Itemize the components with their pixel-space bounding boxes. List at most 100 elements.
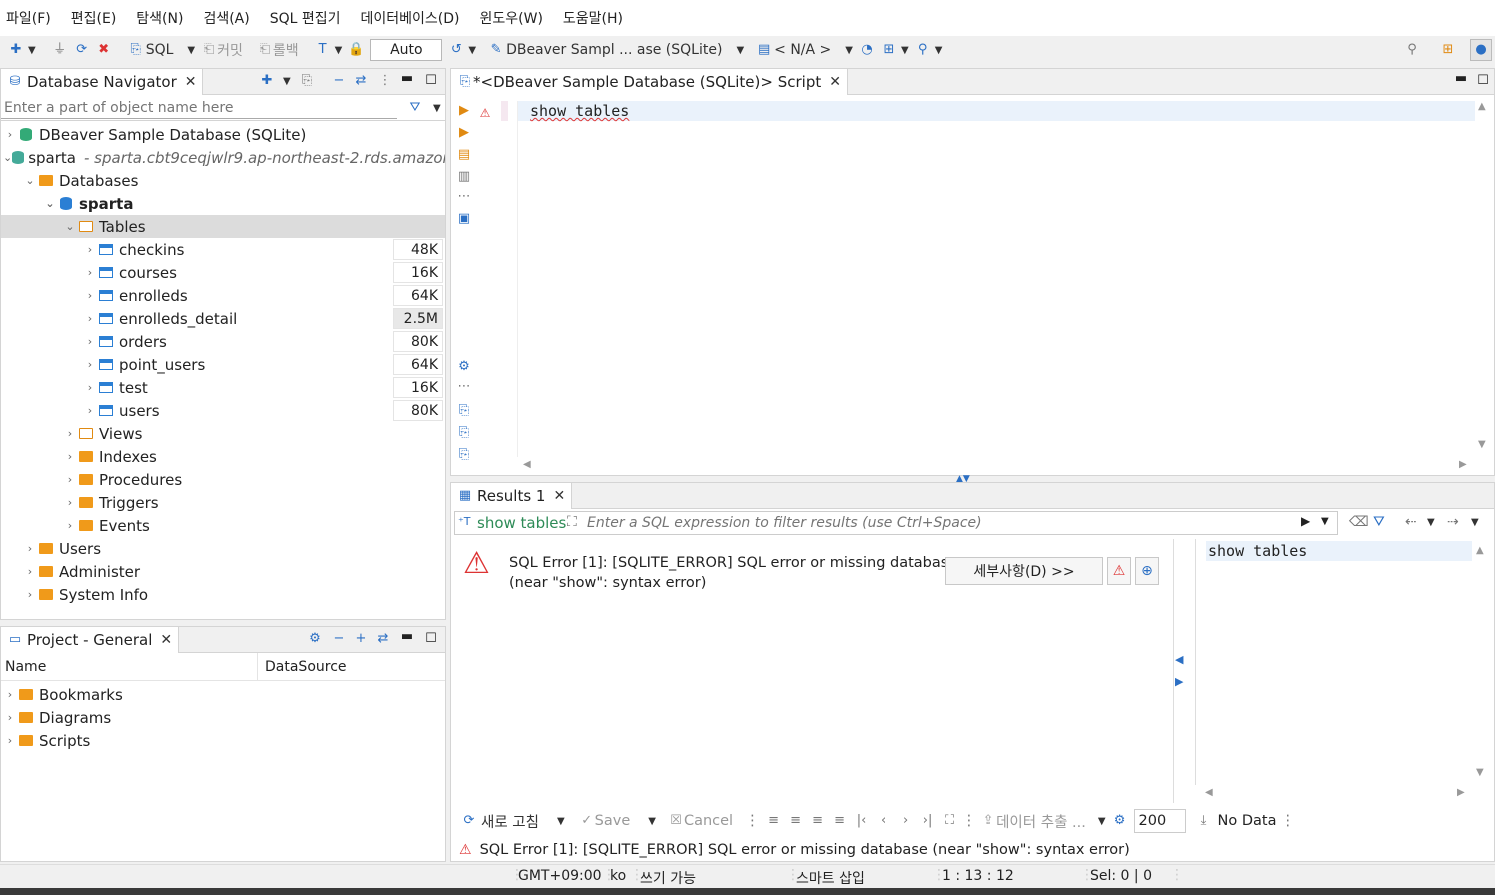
filter-icon[interactable]: ⛛ bbox=[1373, 514, 1385, 530]
gear-icon[interactable]: ⚙ bbox=[456, 359, 472, 375]
execute-script-icon[interactable]: ▤ bbox=[456, 147, 472, 163]
tree-item-system-info[interactable]: › System Info bbox=[1, 583, 148, 606]
open-perspective-button[interactable]: ⊞ bbox=[1440, 42, 1456, 58]
chevron-down-icon[interactable]: ▼ bbox=[1471, 517, 1479, 528]
forward-icon[interactable]: ⇢ bbox=[1447, 514, 1459, 530]
explain-plan-icon[interactable]: ▥ bbox=[456, 169, 472, 185]
next-page-icon[interactable]: › bbox=[898, 813, 914, 829]
link-icon[interactable]: ⎘ bbox=[299, 73, 315, 89]
connect-button[interactable]: ⏚ bbox=[52, 42, 68, 58]
scroll-down-icon[interactable]: ▼ bbox=[1478, 439, 1486, 450]
eraser-icon[interactable]: ⌫ bbox=[1349, 514, 1369, 530]
terminal-icon[interactable]: ▣ bbox=[456, 211, 472, 227]
commit-button[interactable]: ⎗ 커밋 bbox=[201, 40, 243, 60]
close-icon[interactable]: ✕ bbox=[160, 632, 172, 648]
project-item-diagrams[interactable]: › Diagrams bbox=[1, 706, 111, 729]
new-connection-icon[interactable]: ✚ bbox=[259, 73, 275, 89]
scroll-up-icon[interactable]: ▲ bbox=[1476, 545, 1484, 556]
close-icon[interactable]: ✕ bbox=[185, 74, 197, 90]
scroll-up-icon[interactable]: ▲ bbox=[1478, 101, 1486, 112]
close-icon[interactable]: ✕ bbox=[829, 74, 841, 90]
delete-row-icon[interactable]: ≡ bbox=[832, 813, 848, 829]
tree-item-sparta-db[interactable]: ⌄ sparta bbox=[1, 192, 133, 215]
menu-window[interactable]: 윈도우(W) bbox=[480, 8, 543, 28]
auto-commit-box[interactable]: Auto bbox=[370, 39, 443, 61]
tree-item-table-test[interactable]: › test 16K bbox=[1, 376, 445, 399]
tree-item-table-orders[interactable]: › orders 80K bbox=[1, 330, 445, 353]
row-count-icon[interactable]: ⤓ bbox=[1196, 813, 1212, 829]
maximize-icon[interactable]: ☐ bbox=[423, 631, 439, 647]
tab-sql-script[interactable]: ⎘ *<DBeaver Sample Database (SQLite)> Sc… bbox=[451, 68, 848, 95]
link-with-editor-icon[interactable]: ⇄ bbox=[353, 73, 369, 89]
tab-project-general[interactable]: ▭ Project - General ✕ bbox=[1, 626, 180, 653]
gear-icon[interactable]: ⚙ bbox=[1112, 813, 1128, 829]
tree-item-table-enrolleds-detail[interactable]: › enrolleds_detail 2.5M bbox=[1, 307, 445, 330]
refresh-button[interactable]: ⟳ 새로 고침 ▼ bbox=[461, 811, 565, 832]
tree-item-procedures[interactable]: › Procedures bbox=[1, 468, 182, 491]
view-menu-icon[interactable]: ⋮ bbox=[377, 73, 393, 89]
apply-filter-icon[interactable]: ▶ bbox=[1301, 514, 1310, 528]
tree-item-table-checkins[interactable]: › checkins 48K bbox=[1, 238, 445, 261]
save-script-icon[interactable]: ⎘ bbox=[456, 425, 472, 441]
first-page-icon[interactable]: |‹ bbox=[854, 813, 870, 829]
tree-item-triggers[interactable]: › Triggers bbox=[1, 491, 159, 514]
maximize-icon[interactable]: ☐ bbox=[423, 73, 439, 89]
navigator-filter-input[interactable] bbox=[1, 97, 397, 119]
er-diagram-button[interactable]: ⊞ ▼ bbox=[881, 42, 909, 58]
error-log-button[interactable]: ⚠ bbox=[1107, 557, 1131, 585]
cancel-button[interactable]: ☒ Cancel bbox=[668, 813, 733, 829]
rollback-button[interactable]: ⎗ 롤백 bbox=[257, 40, 299, 60]
export-data-button[interactable]: ⇪ 데이터 추출 ... ▼ bbox=[980, 811, 1106, 832]
back-icon[interactable]: ⇠ bbox=[1405, 514, 1417, 530]
minimize-icon[interactable]: ▬ bbox=[1453, 71, 1469, 87]
chevron-down-icon[interactable]: ▼ bbox=[283, 76, 291, 87]
tree-item-administer[interactable]: › Administer bbox=[1, 560, 140, 583]
menu-database[interactable]: 데이터베이스(D) bbox=[361, 8, 460, 28]
minimize-icon[interactable]: ▬ bbox=[399, 629, 415, 645]
tree-item-table-point-users[interactable]: › point_users 64K bbox=[1, 353, 445, 376]
help-button[interactable]: ⊕ bbox=[1135, 557, 1159, 585]
scroll-left-icon[interactable]: ◀ bbox=[1205, 787, 1213, 798]
filter-icon[interactable]: ⛛ bbox=[407, 100, 423, 116]
tab-database-navigator[interactable]: ⛁ Database Navigator ✕ bbox=[1, 68, 204, 95]
column-datasource[interactable]: DataSource bbox=[265, 659, 347, 675]
collapse-all-icon[interactable]: − bbox=[331, 631, 347, 647]
tree-item-table-users[interactable]: › users 80K bbox=[1, 399, 445, 422]
execute-in-new-tab-icon[interactable]: ▶ bbox=[456, 125, 472, 141]
history-button[interactable]: ↺ ▼ bbox=[448, 42, 476, 58]
execute-statement-icon[interactable]: ▶ bbox=[456, 103, 472, 119]
menu-help[interactable]: 도움말(H) bbox=[563, 8, 623, 28]
scroll-right-icon[interactable]: ▶ bbox=[1459, 459, 1467, 470]
search-tool-button[interactable]: ⚲ ▼ bbox=[915, 42, 942, 58]
scroll-down-icon[interactable]: ▼ bbox=[1476, 767, 1484, 778]
scroll-right-icon[interactable]: ▶ bbox=[1457, 787, 1465, 798]
tab-results-1[interactable]: ▦ Results 1 ✕ bbox=[451, 482, 573, 509]
copy-row-icon[interactable]: ≡ bbox=[810, 813, 826, 829]
filter-history-icon[interactable]: ▼ bbox=[1321, 516, 1329, 527]
menu-navigate[interactable]: 탐색(N) bbox=[136, 8, 183, 28]
panel-expand-right-icon[interactable]: ▶ bbox=[1175, 675, 1183, 688]
new-connection-button[interactable]: ✚ ▼ bbox=[8, 42, 36, 58]
reconnect-button[interactable]: ⟳ bbox=[74, 42, 90, 58]
disconnect-button[interactable]: ✖ bbox=[96, 42, 112, 58]
tree-item-table-enrolleds[interactable]: › enrolleds 64K bbox=[1, 284, 445, 307]
project-item-scripts[interactable]: › Scripts bbox=[1, 729, 91, 752]
dashboard-button[interactable]: ◔ bbox=[859, 42, 875, 58]
transaction-mode-button[interactable]: T ▼ bbox=[315, 42, 343, 58]
expand-filter-icon[interactable]: ⛶ bbox=[567, 514, 577, 530]
tree-item-sparta-connection[interactable]: ⌄ sparta - sparta.cbt9ceqjwlr9.ap-northe… bbox=[1, 146, 445, 169]
last-page-icon[interactable]: ›| bbox=[920, 813, 936, 829]
menu-search[interactable]: 검색(A) bbox=[203, 8, 249, 28]
sql-code-line[interactable]: show tables bbox=[530, 102, 629, 120]
tree-item-dbeaver-sample[interactable]: › DBeaver Sample Database (SQLite) bbox=[1, 123, 445, 146]
menu-file[interactable]: 파일(F) bbox=[6, 8, 51, 28]
datasource-selector[interactable]: ✎ DBeaver Sampl ... ase (SQLite) ▼ bbox=[488, 42, 745, 58]
link-with-editor-icon[interactable]: ⇄ bbox=[375, 631, 391, 647]
add-row-icon[interactable]: ≡ bbox=[788, 813, 804, 829]
gear-icon[interactable]: ⚙ bbox=[307, 631, 323, 647]
results-filter-input[interactable] bbox=[587, 513, 1287, 533]
details-button[interactable]: 세부사항(D) >> bbox=[945, 557, 1103, 585]
column-name[interactable]: Name bbox=[5, 659, 46, 675]
maximize-icon[interactable]: ☐ bbox=[1475, 73, 1491, 89]
filter-dropdown-icon[interactable]: ▼ bbox=[433, 103, 441, 114]
